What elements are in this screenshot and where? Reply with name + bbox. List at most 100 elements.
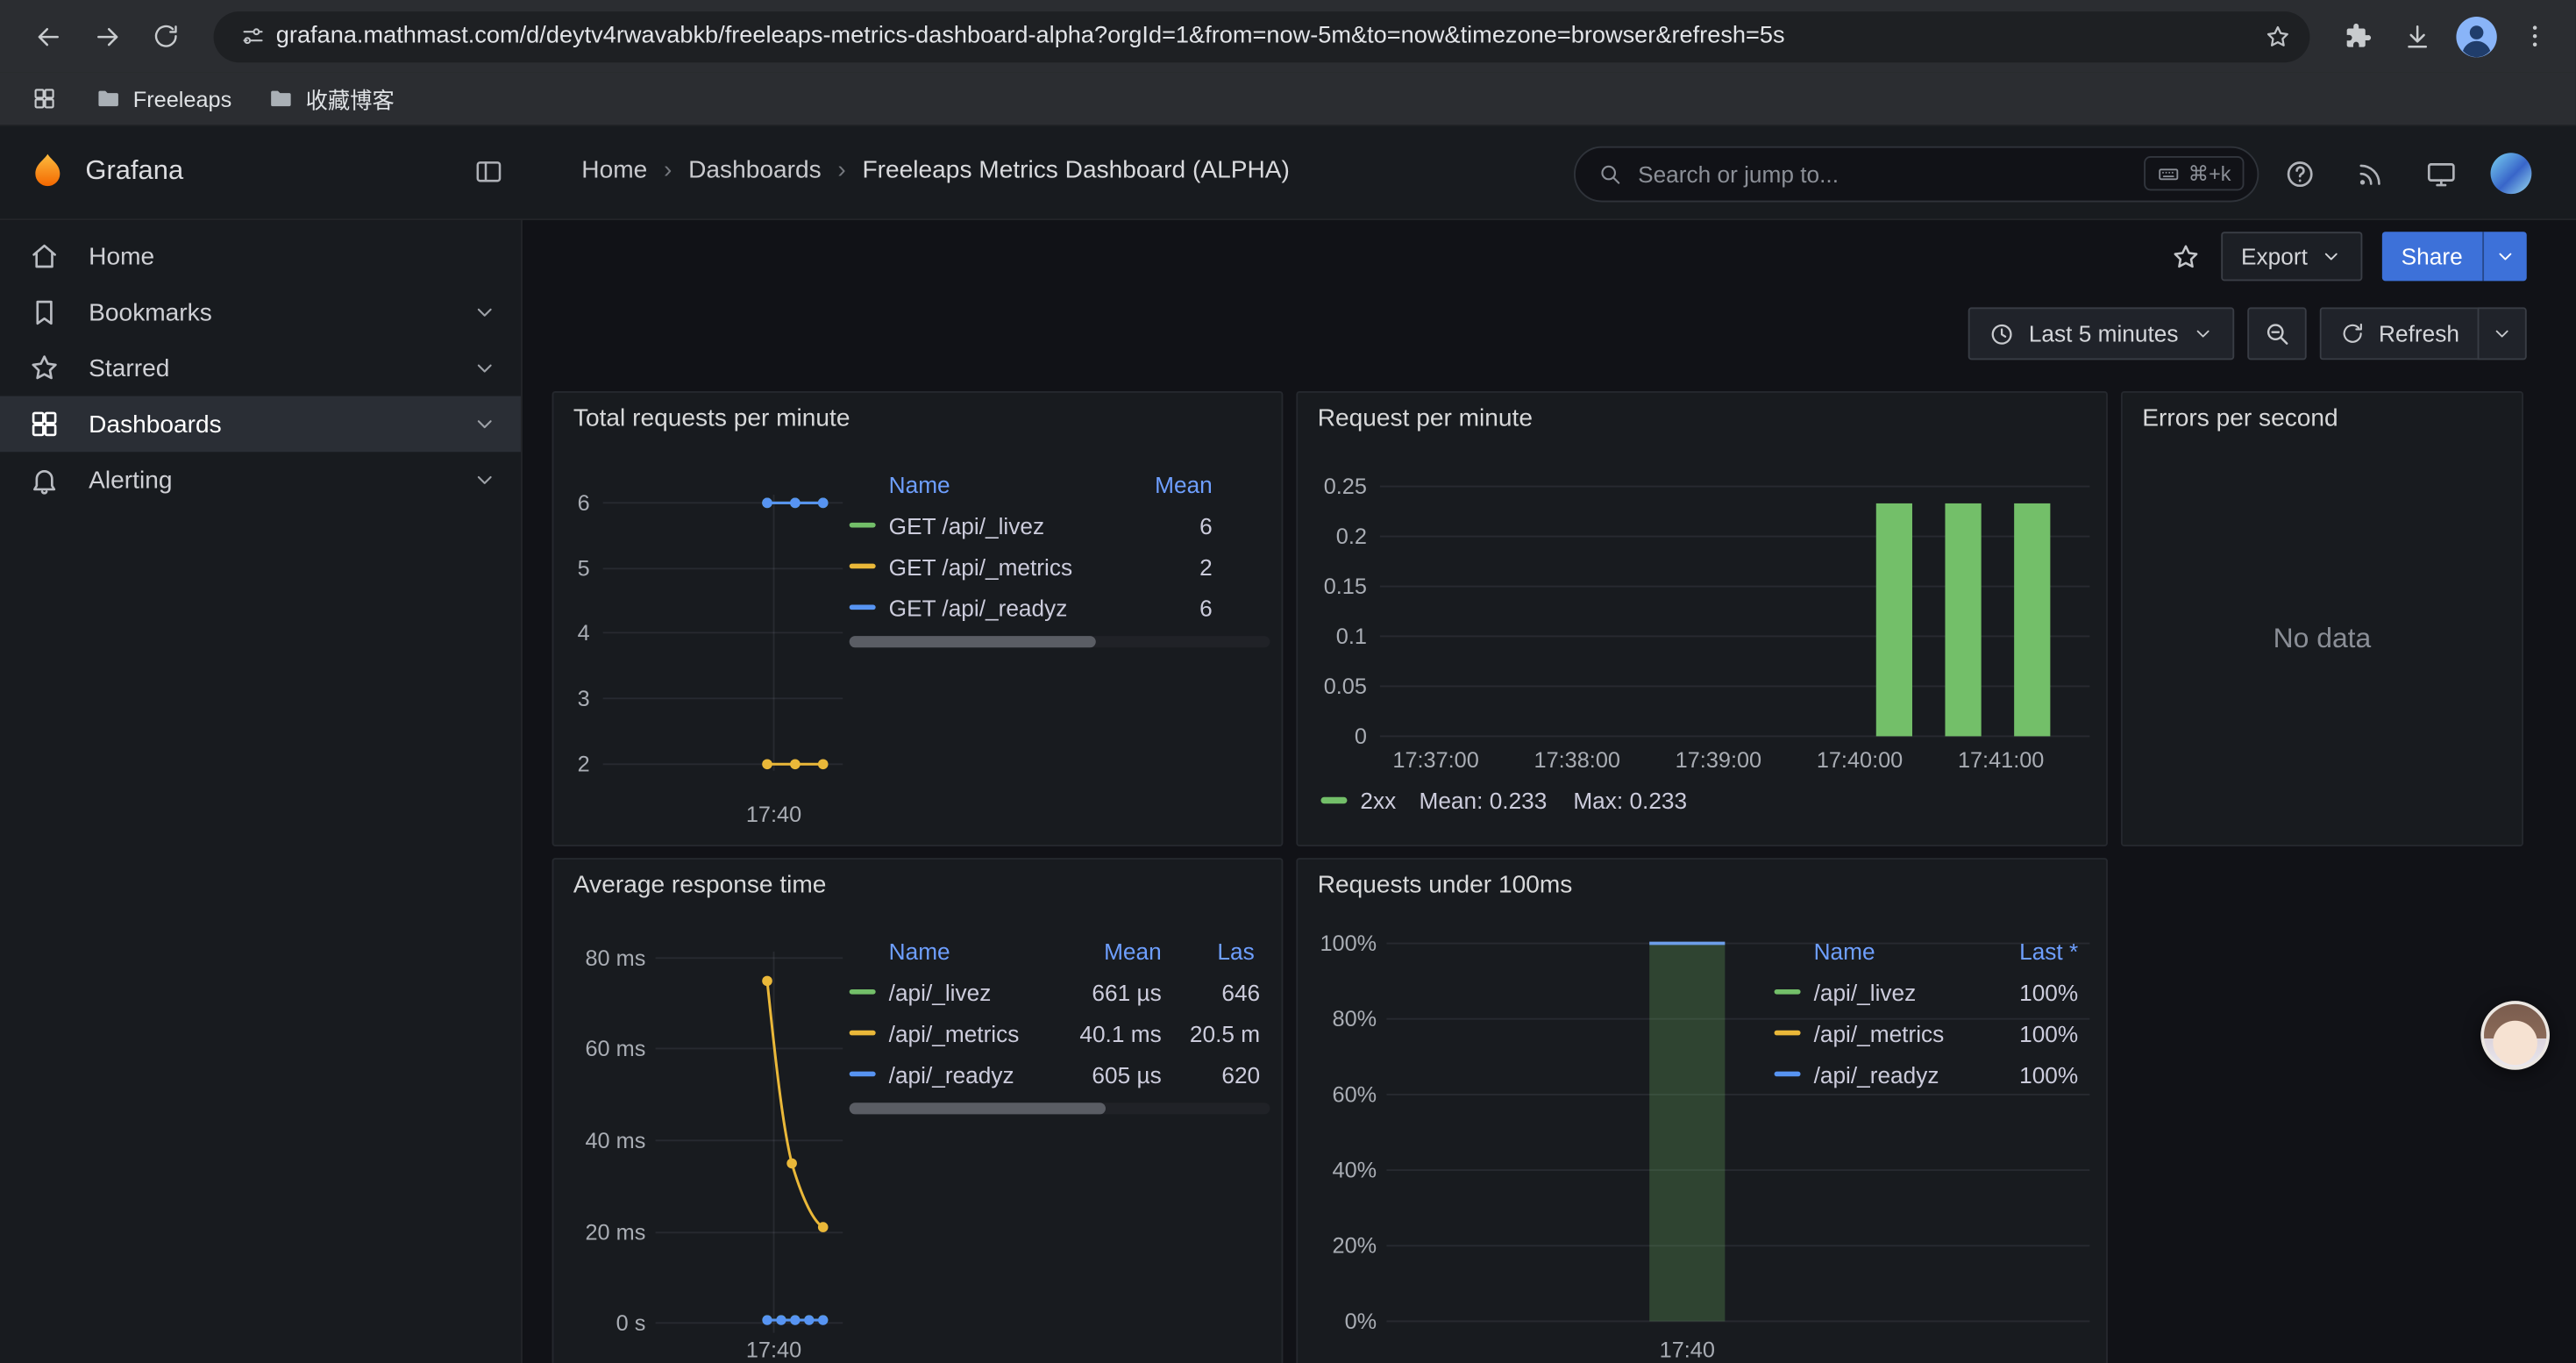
svg-text:4: 4 (578, 621, 590, 646)
svg-text:17:39:00: 17:39:00 (1676, 748, 1761, 773)
chart: 0.250.20.150.10.05017:37:0017:38:0017:39… (1298, 393, 2106, 845)
sidebar-item-starred[interactable]: Starred (0, 340, 521, 396)
legend-cell: 2 (1147, 553, 1213, 580)
svg-text:0.1: 0.1 (1336, 624, 1367, 649)
breadcrumb: Home›Dashboards›Freeleaps Metrics Dashbo… (581, 156, 1290, 184)
assistant-avatar[interactable] (2480, 1001, 2550, 1070)
sidebar-item-home[interactable]: Home (0, 228, 521, 284)
breadcrumb-item-current: Freeleaps Metrics Dashboard (ALPHA) (863, 156, 1290, 184)
browser-menu-icon[interactable] (2507, 8, 2563, 64)
display-icon[interactable] (2425, 158, 2458, 190)
svg-text:17:40: 17:40 (1660, 1338, 1715, 1363)
series-color-icon (1775, 1030, 1801, 1036)
panel-request-per-minute: Request per minute0.250.20.150.10.05017:… (1296, 391, 2108, 846)
svg-text:5: 5 (578, 557, 590, 582)
series-color-icon (850, 522, 876, 528)
svg-text:0: 0 (1355, 724, 1367, 749)
svg-text:17:40: 17:40 (746, 803, 801, 827)
sidebar-item-bookmarks[interactable]: Bookmarks (0, 284, 521, 340)
chevron-down-icon[interactable] (472, 410, 498, 437)
legend: NameMeanLas/api/_livez661 µs646/api/_met… (850, 931, 1260, 1094)
svg-text:60%: 60% (1333, 1082, 1377, 1107)
downloads-icon[interactable] (2388, 8, 2444, 64)
svg-text:60 ms: 60 ms (586, 1037, 646, 1061)
series-max: Max: 0.233 (1573, 788, 1687, 814)
user-avatar[interactable] (2491, 153, 2532, 194)
legend-item[interactable]: /api/_metrics100% (1775, 1012, 2079, 1053)
legend-cell: 40.1 ms (1053, 1020, 1162, 1046)
bookmark-item-freeleaps[interactable]: Freeleaps (82, 77, 246, 120)
legend-item[interactable]: /api/_metrics40.1 ms 20.5 m (850, 1012, 1260, 1053)
news-icon[interactable] (2354, 158, 2387, 190)
series-color-icon (850, 1030, 876, 1036)
svg-text:0.15: 0.15 (1324, 574, 1367, 599)
sidebar-item-alerting[interactable]: Alerting (0, 452, 521, 508)
legend-scrollbar[interactable] (850, 636, 1270, 647)
extensions-icon[interactable] (2330, 8, 2386, 64)
legend-cell: 661 µs (1053, 979, 1162, 1005)
legend-cell: Name (889, 938, 1053, 965)
legend-item[interactable]: GET /api/_livez6 (850, 504, 1213, 546)
panel-average-response-time: Average response time80 ms60 ms40 ms20 m… (552, 858, 1284, 1363)
svg-text:100%: 100% (1320, 931, 1377, 956)
series-color-icon (850, 604, 876, 610)
search-icon (1597, 161, 1623, 187)
legend-header: NameMean (850, 465, 1213, 504)
legend-item[interactable]: GET /api/_metrics2 (850, 546, 1213, 587)
sidebar-item-dashboards[interactable]: Dashboards (0, 396, 521, 453)
sidebar-item-label: Bookmarks (89, 298, 212, 326)
breadcrumb-separator: › (837, 156, 845, 184)
series-name: 2xx (1360, 788, 1396, 814)
browser-profile-avatar[interactable] (2448, 8, 2504, 64)
search-shortcut: ⌘+k (2144, 156, 2244, 190)
chevron-down-icon[interactable] (472, 355, 498, 382)
apps-grid-icon (28, 408, 60, 440)
svg-text:17:37:00: 17:37:00 (1392, 748, 1478, 773)
chevron-down-icon[interactable] (472, 299, 498, 325)
legend-item[interactable]: /api/_readyz100% (1775, 1053, 2079, 1095)
forward-icon[interactable] (79, 8, 135, 64)
breadcrumb-item-dashboards[interactable]: Dashboards (688, 156, 822, 184)
grafana-header: Grafana Home›Dashboards›Freeleaps Metric… (0, 126, 2576, 220)
no-data-label: No data (2123, 623, 2522, 655)
svg-text:0.05: 0.05 (1324, 674, 1367, 699)
legend-item[interactable]: /api/_livez661 µs646 (850, 971, 1260, 1012)
bookmark-star-icon[interactable] (2254, 13, 2300, 59)
back-icon[interactable] (19, 8, 75, 64)
svg-text:17:38:00: 17:38:00 (1534, 748, 1620, 773)
series-color-icon (1775, 988, 1801, 995)
legend-cell: 20.5 m (1175, 1020, 1260, 1046)
grafana-logo[interactable] (26, 151, 69, 194)
screen: grafana.mathmast.com/d/deytv4rwavabkb/fr… (0, 0, 2576, 1363)
dock-menu-icon[interactable] (473, 156, 505, 188)
site-info-icon[interactable] (230, 13, 275, 59)
svg-text:6: 6 (578, 491, 590, 516)
sidebar-item-label: Dashboards (89, 410, 222, 438)
legend: NameMeanGET /api/_livez6GET /api/_metric… (850, 465, 1213, 627)
help-icon[interactable] (2283, 158, 2316, 190)
legend-cell: 100% (1999, 1060, 2078, 1087)
address-bar[interactable]: grafana.mathmast.com/d/deytv4rwavabkb/fr… (214, 11, 2310, 61)
breadcrumb-item-home[interactable]: Home (581, 156, 647, 184)
legend-item[interactable]: GET /api/_readyz6 (850, 587, 1213, 628)
panel-title[interactable]: Errors per second (2123, 393, 2358, 442)
legend-cell: 620 (1175, 1060, 1260, 1087)
legend-cell: 646 (1175, 979, 1260, 1005)
apps-grid-icon[interactable] (23, 77, 66, 120)
chevron-down-icon[interactable] (472, 467, 498, 493)
legend-cell: /api/_metrics (889, 1020, 1053, 1046)
legend-item[interactable]: /api/_livez100% (1775, 971, 2079, 1012)
legend-cell: GET /api/_readyz (889, 594, 1147, 620)
legend-cell: /api/_readyz (889, 1060, 1053, 1087)
bookmark-icon (28, 296, 60, 328)
folder-icon (96, 85, 122, 111)
search-input[interactable]: Search or jump to... ⌘+k (1574, 146, 2259, 202)
bookmark-item-favorites[interactable]: 收藏博客 (255, 77, 408, 120)
legend-item[interactable]: /api/_readyz605 µs620 (850, 1053, 1260, 1095)
reload-icon[interactable] (138, 8, 194, 64)
legend-header: NameMeanLas (850, 931, 1260, 971)
legend-scrollbar[interactable] (850, 1103, 1270, 1114)
sidebar: Home Bookmarks Starred Dashboards Alerting (0, 220, 523, 1363)
legend-item[interactable]: 2xxMean: 0.233Max: 0.233 (1320, 788, 1713, 814)
panel-requests-under-100ms: Requests under 100ms100%80%60%40%20%0%17… (1296, 858, 2108, 1363)
